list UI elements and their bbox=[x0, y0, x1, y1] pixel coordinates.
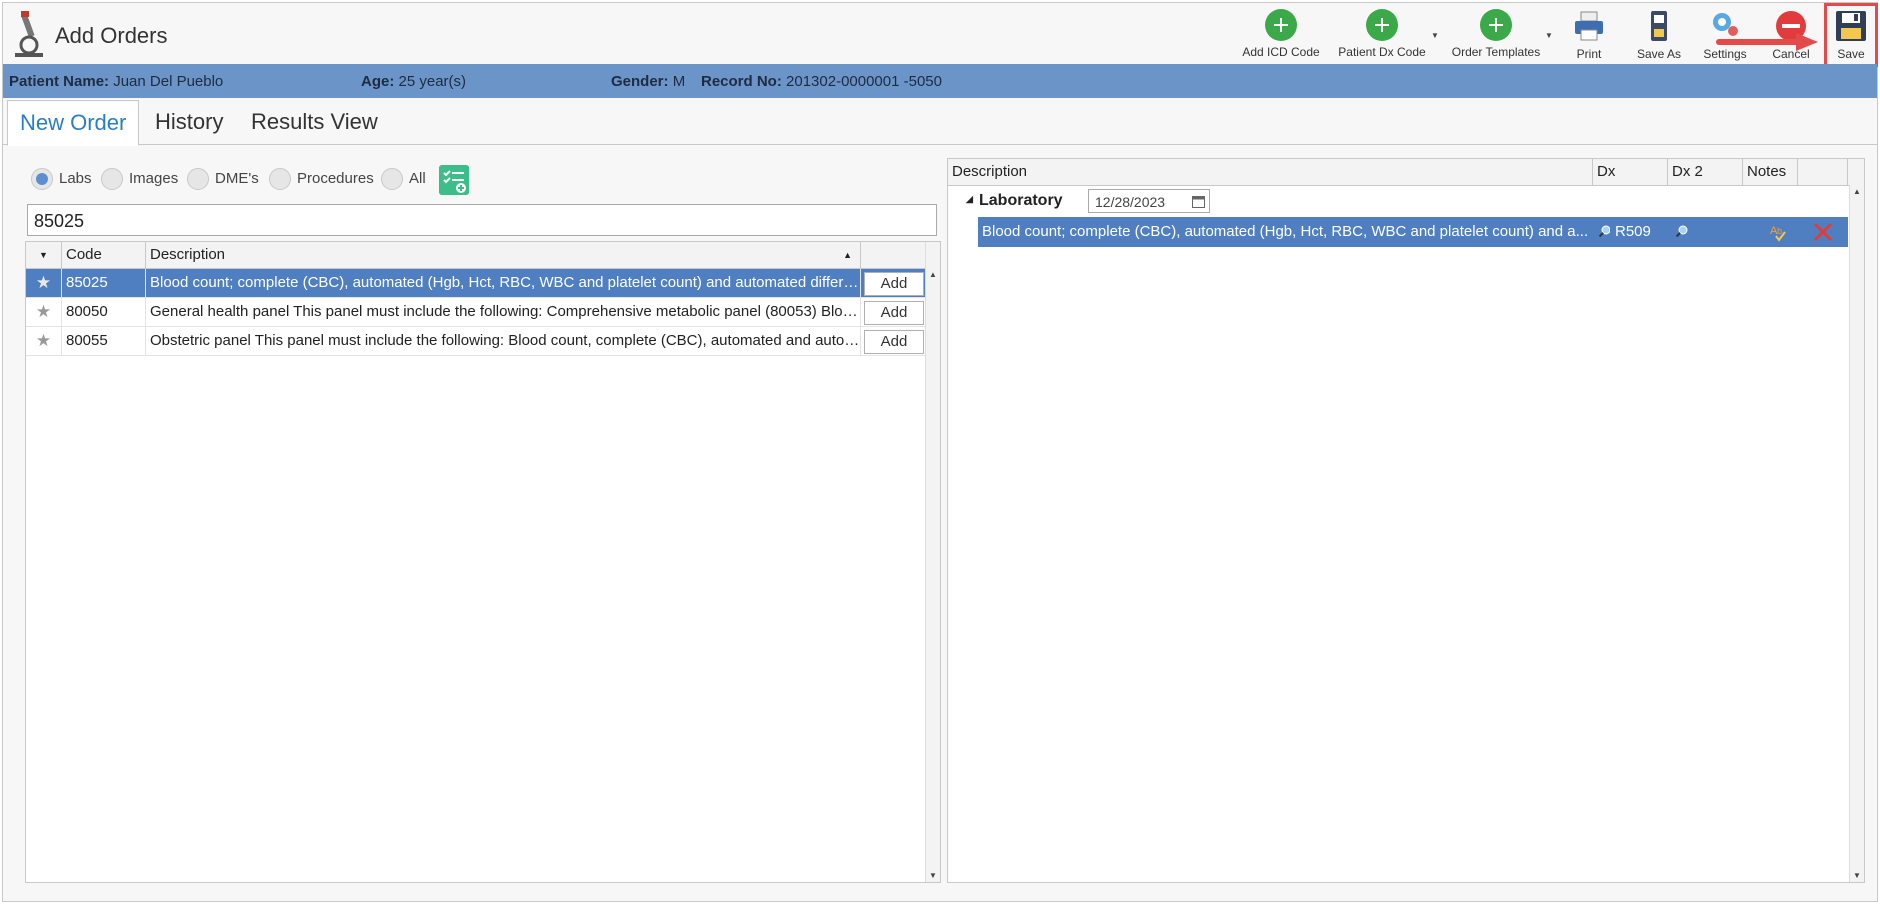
column-header-description[interactable]: Description bbox=[948, 159, 1593, 185]
radio-icon bbox=[101, 168, 123, 190]
grid-header: Description Dx Dx 2 Notes bbox=[948, 159, 1864, 186]
vertical-scrollbar[interactable]: ▲ ▼ bbox=[925, 242, 940, 882]
scroll-up-icon[interactable]: ▲ bbox=[926, 270, 940, 279]
filter-all[interactable]: All bbox=[381, 168, 426, 190]
favorite-star-icon[interactable]: ★ bbox=[26, 327, 62, 355]
add-button[interactable]: Add bbox=[864, 272, 924, 296]
dx-search-icon[interactable] bbox=[1598, 217, 1610, 247]
checklist-icon[interactable] bbox=[439, 165, 469, 195]
scroll-up-icon[interactable]: ▲ bbox=[1850, 187, 1864, 196]
patient-info-bar: Patient Name: Juan Del Pueblo Age: 25 ye… bbox=[3, 64, 1877, 98]
print-button[interactable]: Print bbox=[1567, 9, 1611, 61]
save-as-icon bbox=[1651, 11, 1667, 41]
radio-icon bbox=[269, 168, 291, 190]
order-templates-button[interactable]: Order Templates bbox=[1447, 9, 1545, 59]
add-icon bbox=[1265, 9, 1297, 41]
tab-history[interactable]: History bbox=[143, 100, 235, 144]
patient-name: Patient Name: Juan Del Pueblo bbox=[9, 73, 224, 90]
column-header-action bbox=[861, 242, 926, 268]
filter-labs[interactable]: Labs bbox=[31, 168, 92, 190]
tab-strip: New Order History Results View bbox=[3, 100, 1877, 146]
column-header-dx[interactable]: Dx bbox=[1593, 159, 1668, 185]
column-header-dx2[interactable]: Dx 2 bbox=[1668, 159, 1743, 185]
arrow-pointer-icon bbox=[1716, 33, 1818, 51]
order-dx[interactable]: R509 bbox=[1615, 217, 1655, 247]
add-button[interactable]: Add bbox=[864, 301, 924, 325]
printer-icon bbox=[1575, 11, 1603, 41]
table-row[interactable]: ★ 80050 General health panel This panel … bbox=[26, 298, 926, 327]
favorite-star-icon[interactable]: ★ bbox=[26, 298, 62, 326]
search-input[interactable]: 85025 bbox=[27, 204, 937, 236]
order-description: Blood count; complete (CBC), automated (… bbox=[982, 223, 1589, 240]
collapse-icon[interactable]: ◢ bbox=[966, 194, 973, 205]
chevron-down-icon[interactable]: ▼ bbox=[1545, 31, 1553, 40]
add-icon bbox=[1366, 9, 1398, 41]
filter-images[interactable]: Images bbox=[101, 168, 178, 190]
order-row[interactable]: Blood count; complete (CBC), automated (… bbox=[978, 217, 1848, 247]
add-icon bbox=[1480, 9, 1512, 41]
patient-age: Age: 25 year(s) bbox=[361, 73, 467, 90]
patient-record-no: Record No: 201302-0000001 -5050 bbox=[701, 73, 942, 90]
radio-icon bbox=[187, 168, 209, 190]
table-row[interactable]: ★ 85025 Blood count; complete (CBC), aut… bbox=[26, 269, 926, 298]
save-highlight-box bbox=[1824, 3, 1878, 67]
patient-gender: Gender: M bbox=[611, 73, 686, 90]
add-button[interactable]: Add bbox=[864, 330, 924, 354]
add-orders-window: Add Orders Add ICD Code Patient Dx Code … bbox=[2, 2, 1878, 902]
chevron-down-icon[interactable]: ▼ bbox=[1431, 31, 1439, 40]
notes-spellcheck-icon[interactable]: Ab bbox=[1768, 217, 1788, 247]
sort-ascending-icon: ▲ bbox=[843, 250, 852, 260]
selected-orders-grid: Description Dx Dx 2 Notes ◢ Laboratory 1… bbox=[947, 158, 1865, 883]
patient-dx-code-button[interactable]: Patient Dx Code bbox=[1333, 9, 1431, 59]
remove-order-icon[interactable] bbox=[1812, 217, 1836, 247]
table-row[interactable]: ★ 80055 Obstetric panel This panel must … bbox=[26, 327, 926, 356]
column-header-description[interactable]: Description ▲ bbox=[146, 242, 861, 268]
radio-selected-icon bbox=[31, 168, 53, 190]
column-header-remove bbox=[1798, 159, 1848, 185]
tab-results-view[interactable]: Results View bbox=[239, 100, 390, 144]
filter-dmes[interactable]: DME's bbox=[187, 168, 259, 190]
calendar-icon[interactable] bbox=[1192, 195, 1205, 208]
group-row-laboratory[interactable]: ◢ Laboratory 12/28/2023 bbox=[948, 187, 1848, 215]
favorite-star-icon[interactable]: ★ bbox=[26, 269, 62, 297]
page-title: Add Orders bbox=[55, 23, 168, 48]
save-as-button[interactable]: Save As bbox=[1631, 9, 1687, 61]
scroll-down-icon[interactable]: ▼ bbox=[926, 871, 940, 880]
filter-procedures[interactable]: Procedures bbox=[269, 168, 374, 190]
column-header-code[interactable]: Code bbox=[62, 242, 146, 268]
radio-icon bbox=[381, 168, 403, 190]
microscope-icon bbox=[15, 11, 43, 57]
column-header-notes[interactable]: Notes bbox=[1743, 159, 1798, 185]
order-search-results: ▼ Code Description ▲ ★ 85025 Blood count;… bbox=[25, 241, 941, 883]
svg-text:b: b bbox=[1777, 226, 1782, 236]
grid-header: ▼ Code Description ▲ bbox=[26, 242, 926, 269]
title-bar: Add Orders Add ICD Code Patient Dx Code … bbox=[3, 3, 1878, 67]
vertical-scrollbar[interactable]: ▲ ▼ bbox=[1849, 185, 1864, 882]
tab-new-order[interactable]: New Order bbox=[7, 100, 140, 146]
dx2-search-icon[interactable] bbox=[1675, 217, 1691, 247]
scroll-down-icon[interactable]: ▼ bbox=[1850, 871, 1864, 880]
column-menu-icon[interactable]: ▼ bbox=[26, 242, 62, 268]
add-icd-code-button[interactable]: Add ICD Code bbox=[1241, 9, 1321, 59]
order-date-picker[interactable]: 12/28/2023 bbox=[1088, 189, 1210, 213]
